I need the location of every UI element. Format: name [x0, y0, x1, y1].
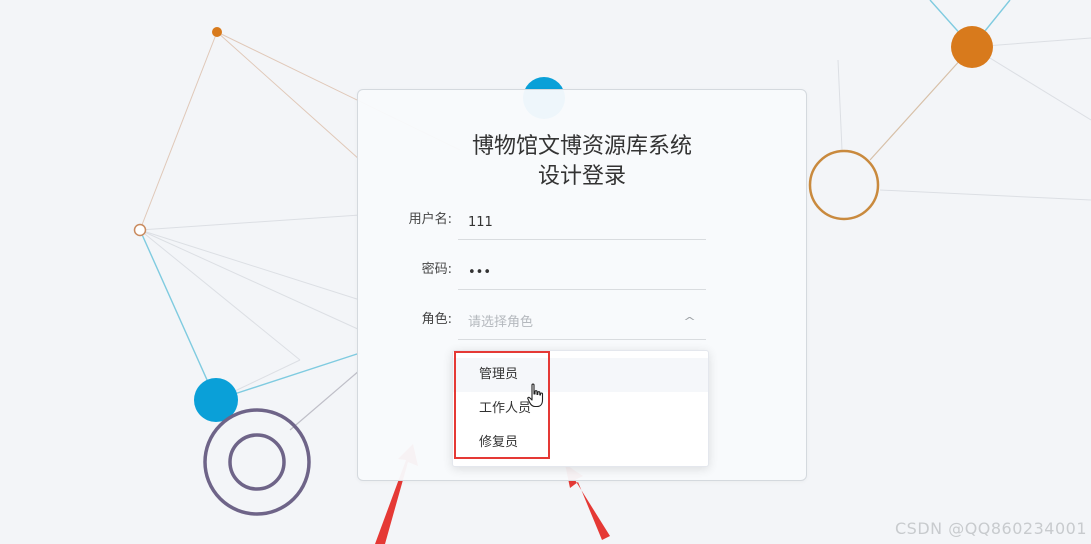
ring-purple-inner: [228, 433, 286, 491]
username-field[interactable]: [458, 207, 706, 240]
node-orange-small: [212, 27, 222, 37]
chevron-up-icon: ^: [682, 315, 696, 328]
watermark: CSDN @QQ860234001: [894, 519, 1087, 538]
password-field[interactable]: [458, 257, 706, 290]
username-label: 用户名:: [408, 212, 452, 227]
node-orange-right: [951, 26, 993, 68]
role-select-input[interactable]: [468, 311, 678, 333]
ring-purple-outer: [203, 408, 311, 516]
password-input[interactable]: [468, 261, 678, 283]
role-label: 角色:: [421, 312, 452, 327]
username-input[interactable]: [468, 211, 678, 233]
node-hollow-small: [133, 223, 147, 237]
page-title-line2: 设计登录: [537, 164, 626, 189]
page-title-line1: 博物馆文博资源库系统: [471, 134, 692, 159]
node-hollow-orange-ring: [808, 149, 880, 221]
hand-cursor-icon: [527, 383, 544, 408]
role-select[interactable]: ^: [458, 307, 706, 340]
password-label: 密码:: [421, 262, 452, 277]
